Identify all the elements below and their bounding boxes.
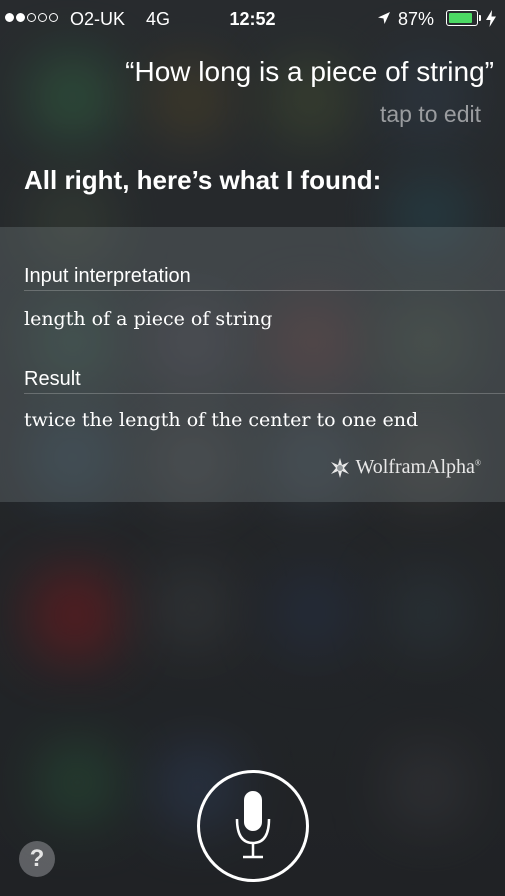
registered-mark: ® — [474, 458, 481, 468]
result-label: Result — [24, 368, 81, 390]
battery-percentage: 87% — [398, 9, 435, 29]
location-arrow-icon — [378, 12, 390, 24]
spoken-query[interactable]: “How long is a piece of string” — [125, 56, 494, 88]
divider — [24, 290, 505, 291]
microphone-icon — [235, 791, 271, 859]
result-value: twice the length of the center to one en… — [24, 409, 419, 431]
wolfram-result-card[interactable]: Input interpretation length of a piece o… — [0, 227, 505, 502]
question-mark-icon: ? — [29, 845, 45, 872]
wolfram-alpha-logo-text: WolframAlpha® — [355, 456, 481, 479]
status-bar: O2-UK 4G 12:52 87% — [0, 0, 505, 38]
wolfram-alpha-name: WolframAlpha — [355, 456, 475, 478]
charging-bolt-icon — [486, 10, 496, 27]
battery-icon — [446, 10, 478, 26]
help-button[interactable]: ? — [19, 841, 55, 877]
input-interpretation-value: length of a piece of string — [24, 308, 273, 330]
battery-level-fill — [449, 13, 472, 23]
wolfram-alpha-attribution[interactable]: WolframAlpha® — [329, 456, 481, 479]
wolfram-spikey-icon — [331, 457, 350, 478]
siri-response-title: All right, here’s what I found: — [24, 165, 382, 195]
input-interpretation-label: Input interpretation — [24, 265, 191, 287]
battery-cap — [479, 15, 481, 21]
tap-to-edit-hint[interactable]: tap to edit — [380, 101, 481, 128]
divider — [24, 393, 505, 394]
siri-microphone-button[interactable] — [197, 770, 309, 882]
